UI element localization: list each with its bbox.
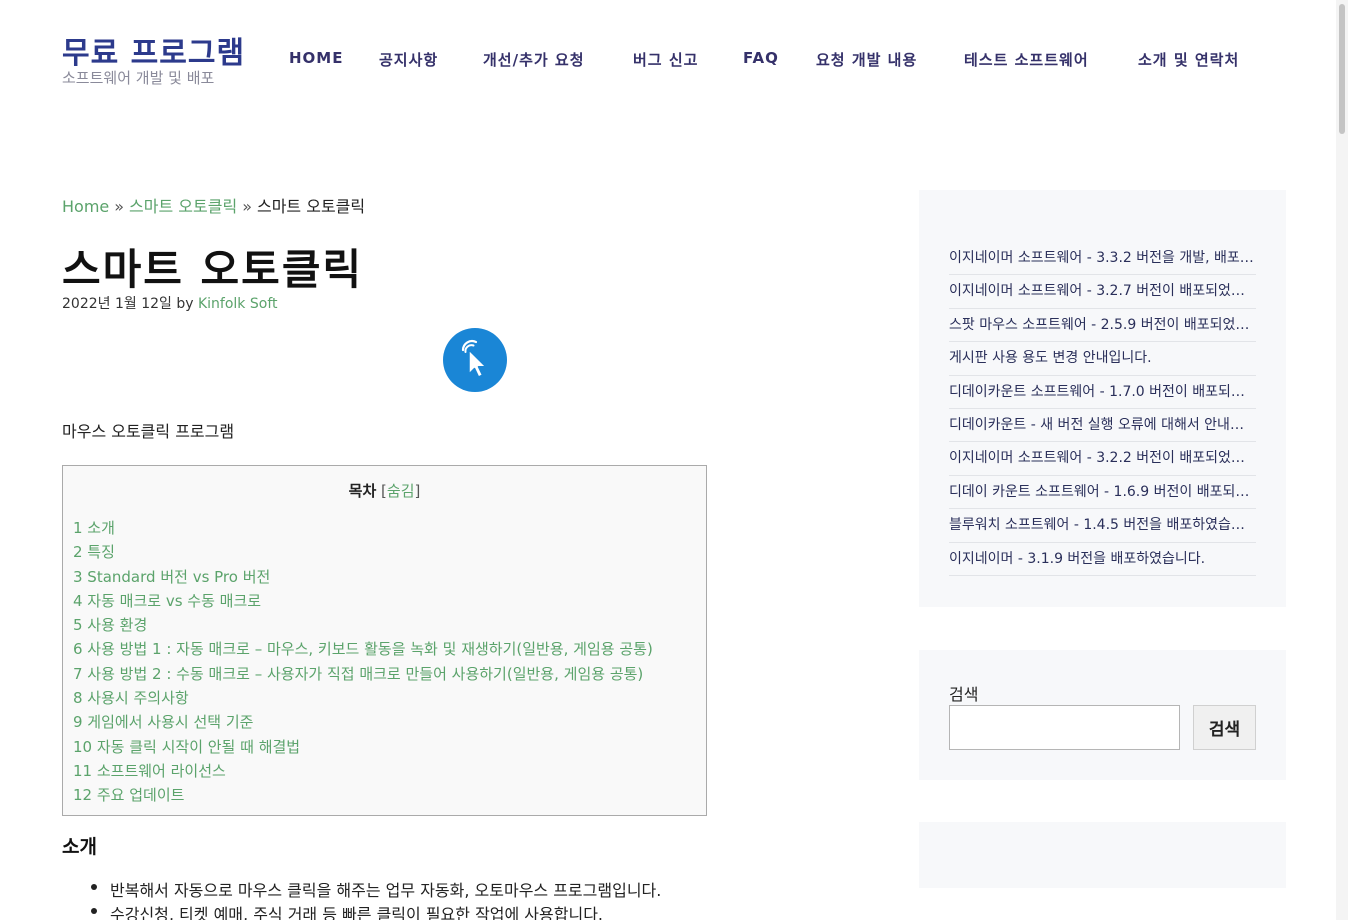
toc-item[interactable]: 11 소프트웨어 라이선스 [73, 760, 653, 784]
recent-post-link[interactable]: 블루워치 소프트웨어 - 1.4.5 버전을 배포하였습니다. [949, 509, 1256, 543]
nav-item-about-contact[interactable]: 소개 및 연락처 [1138, 49, 1239, 70]
breadcrumb-current: 스마트 오토클릭 [256, 197, 366, 216]
bullet-text: 수강신청, 티켓 예매, 주식 거래 등 빠른 클릭이 필요한 작업에 사용합니… [110, 905, 603, 920]
recent-posts-list: 이지네이머 소프트웨어 - 3.3.2 버전을 개발, 배포하였습니다. 이지네… [949, 242, 1256, 576]
intro-text: 마우스 오토클릭 프로그램 [62, 422, 235, 441]
post-title: 스마트 오토클릭 [62, 245, 364, 294]
nav-item-dev-requests[interactable]: 요청 개발 내용 [816, 49, 917, 70]
bullet-dot [91, 908, 97, 914]
table-of-contents: 목차 [숨김] 1 소개 2 특징 3 Standard 버전 vs Pro 버… [62, 465, 707, 816]
breadcrumb: Home» 스마트 오토클릭» 스마트 오토클릭 [62, 193, 365, 217]
recent-post-link[interactable]: 디데이 카운트 소프트웨어 - 1.6.9 버전이 배포되었습니다. [949, 476, 1256, 510]
toc-item[interactable]: 4 자동 매크로 vs 수동 매크로 [73, 590, 653, 614]
sidebar-widget-empty [919, 822, 1286, 888]
bullet-item: 반복해서 자동으로 마우스 클릭을 해주는 업무 자동화, 오토마우스 프로그램… [62, 877, 661, 901]
main-nav: HOME 공지사항 개선/추가 요청 버그 신고 FAQ 요청 개발 내용 테스… [0, 49, 1348, 71]
breadcrumb-home-link[interactable]: Home [62, 197, 109, 216]
toc-list: 1 소개 2 특징 3 Standard 버전 vs Pro 버전 4 자동 매… [73, 517, 653, 809]
recent-post-link[interactable]: 이지네이머 소프트웨어 - 3.2.7 버전이 배포되었습니다. [949, 275, 1256, 309]
recent-post-link[interactable]: 스팟 마우스 소프트웨어 - 2.5.9 버전이 배포되었습니다. [949, 309, 1256, 343]
toc-item[interactable]: 3 Standard 버전 vs Pro 버전 [73, 566, 653, 590]
recent-posts-widget: 이지네이머 소프트웨어 - 3.3.2 버전을 개발, 배포하였습니다. 이지네… [919, 190, 1286, 607]
bullet-item: 수강신청, 티켓 예매, 주식 거래 등 빠른 클릭이 필요한 작업에 사용합니… [62, 901, 661, 920]
toc-item[interactable]: 8 사용시 주의사항 [73, 687, 653, 711]
toc-title: 목차 [348, 482, 377, 500]
post-author-link[interactable]: Kinfolk Soft [198, 296, 278, 312]
toc-item[interactable]: 10 자동 클릭 시작이 안될 때 해결법 [73, 736, 653, 760]
bullet-text: 반복해서 자동으로 마우스 클릭을 해주는 업무 자동화, 오토마우스 프로그램… [110, 881, 662, 900]
search-widget: 검색 검색 [919, 650, 1286, 780]
breadcrumb-separator: » [242, 197, 252, 216]
toc-item[interactable]: 6 사용 방법 1 : 자동 매크로 – 마우스, 키보드 활동을 녹화 및 재… [73, 638, 653, 662]
toc-bracket-close: ] [414, 482, 421, 500]
scrollbar-track[interactable] [1336, 0, 1348, 920]
toc-toggle-link[interactable]: 숨김 [387, 482, 415, 500]
toc-header: 목차 [숨김] [63, 480, 706, 501]
cursor-click-icon [443, 328, 507, 392]
breadcrumb-category-link[interactable]: 스마트 오토클릭 [129, 197, 237, 216]
page: 무료 프로그램 소프트웨어 개발 및 배포 HOME 공지사항 개선/추가 요청… [0, 0, 1348, 920]
intro-bullet-list: 반복해서 자동으로 마우스 클릭을 해주는 업무 자동화, 오토마우스 프로그램… [62, 877, 661, 920]
toc-item[interactable]: 2 특징 [73, 541, 653, 565]
scrollbar-thumb[interactable] [1339, 4, 1345, 134]
toc-item[interactable]: 12 주요 업데이트 [73, 784, 653, 808]
post-meta: 2022년 1월 12일 by Kinfolk Soft [62, 293, 278, 313]
toc-item[interactable]: 7 사용 방법 2 : 수동 매크로 – 사용자가 직접 매크로 만들어 사용하… [73, 663, 653, 687]
nav-item-request[interactable]: 개선/추가 요청 [483, 49, 585, 70]
breadcrumb-separator: » [114, 197, 125, 216]
recent-post-link[interactable]: 이지네이머 소프트웨어 - 3.3.2 버전을 개발, 배포하였습니다. [949, 242, 1256, 276]
search-label: 검색 [949, 685, 979, 704]
toc-item[interactable]: 5 사용 환경 [73, 614, 653, 638]
recent-post-link[interactable]: 디데이카운트 - 새 버전 실행 오류에 대해서 안내드립니다. [949, 409, 1256, 443]
toc-item[interactable]: 1 소개 [73, 517, 653, 541]
nav-item-home[interactable]: HOME [289, 49, 343, 67]
nav-item-bug-report[interactable]: 버그 신고 [633, 49, 698, 70]
search-button[interactable]: 검색 [1193, 705, 1256, 750]
recent-post-link[interactable]: 이지네이머 - 3.1.9 버전을 배포하였습니다. [949, 543, 1256, 576]
recent-post-link[interactable]: 디데이카운트 소프트웨어 - 1.7.0 버전이 배포되었습니다. [949, 376, 1256, 409]
search-input[interactable] [949, 705, 1180, 750]
bullet-dot [91, 884, 97, 890]
nav-item-test-software[interactable]: 테스트 소프트웨어 [964, 49, 1089, 70]
recent-post-link[interactable]: 이지네이머 소프트웨어 - 3.2.2 버전이 배포되었습니다. [949, 442, 1256, 476]
section-heading-intro: 소개 [62, 836, 97, 858]
post-by: by [176, 296, 194, 312]
nav-item-notice[interactable]: 공지사항 [379, 49, 438, 70]
recent-post-link[interactable]: 게시판 사용 용도 변경 안내입니다. [949, 342, 1256, 376]
toc-item[interactable]: 9 게임에서 사용시 선택 기준 [73, 711, 653, 735]
nav-item-faq[interactable]: FAQ [743, 49, 779, 67]
post-date: 2022년 1월 12일 [62, 296, 172, 312]
